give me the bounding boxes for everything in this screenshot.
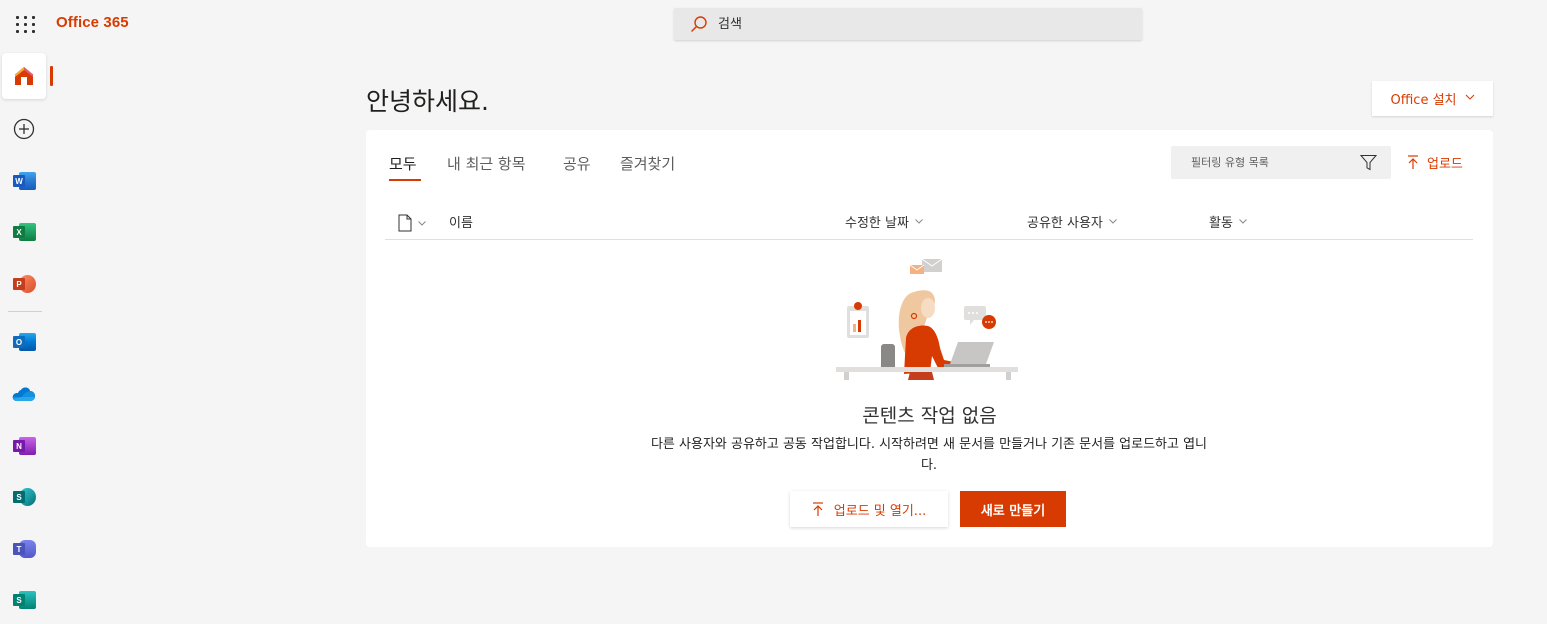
create-new-button[interactable]: 새로 만들기	[960, 491, 1066, 527]
rail-item-create[interactable]	[0, 105, 48, 153]
chevron-down-icon	[1109, 219, 1117, 224]
activity-column-header[interactable]: 활동	[1209, 212, 1247, 231]
rail-item-sharepoint[interactable]: S	[0, 473, 48, 521]
header-divider	[385, 239, 1473, 240]
rail-item-excel[interactable]: X	[0, 208, 48, 256]
install-office-button[interactable]: Office 설치	[1372, 81, 1493, 116]
tab-shared[interactable]: 공유	[563, 153, 591, 181]
rail-item-outlook[interactable]: O	[0, 318, 48, 366]
app-rail: W X P O N S T S	[0, 48, 53, 624]
modified-column-header[interactable]: 수정한 날짜	[845, 212, 923, 231]
active-indicator	[50, 66, 53, 86]
chevron-down-icon	[915, 219, 923, 224]
rail-item-onedrive[interactable]	[0, 370, 48, 418]
activity-column-label: 활동	[1209, 216, 1233, 231]
shared-by-column-label: 공유한 사용자	[1027, 216, 1103, 231]
upload-arrow-icon	[812, 501, 823, 516]
home-tile	[2, 53, 46, 99]
chevron-down-icon	[1239, 219, 1247, 224]
document-icon	[398, 214, 412, 232]
teams-icon: T	[12, 539, 36, 559]
chevron-down-icon	[1465, 94, 1474, 100]
word-icon: W	[12, 171, 36, 191]
shared-by-column-header[interactable]: 공유한 사용자	[1027, 212, 1117, 231]
empty-state-title: 콘텐츠 작업 없음	[862, 405, 997, 427]
name-column-header[interactable]: 이름	[449, 212, 473, 231]
empty-state-description: 다른 사용자와 공유하고 공동 작업합니다. 시작하려면 새 문서를 만들거나 …	[650, 437, 1208, 473]
rail-item-onenote[interactable]: N	[0, 422, 48, 470]
outlook-icon: O	[12, 332, 36, 352]
filter-input[interactable]	[1191, 146, 1351, 179]
filter-box[interactable]	[1171, 146, 1391, 179]
rail-item-word[interactable]: W	[0, 157, 48, 205]
tab-favorites[interactable]: 즐겨찾기	[620, 153, 675, 181]
tab-selected-indicator	[389, 179, 421, 181]
search-input[interactable]	[718, 8, 1118, 40]
sway-icon: S	[12, 590, 36, 610]
modified-column-label: 수정한 날짜	[845, 216, 909, 231]
chevron-down-icon	[418, 220, 426, 226]
brand-title[interactable]: Office 365	[56, 14, 129, 31]
file-type-column-header[interactable]	[398, 214, 426, 232]
home-icon	[15, 67, 33, 85]
content-card: 모두 내 최근 항목 공유 즐겨찾기 업로드 이름 수정한 날짜	[366, 130, 1493, 547]
top-bar: Office 365	[0, 0, 1547, 48]
app-launcher-icon[interactable]	[14, 14, 35, 34]
rail-divider	[8, 311, 42, 312]
rail-item-teams[interactable]: T	[0, 525, 48, 573]
install-office-label: Office 설치	[1390, 93, 1457, 108]
powerpoint-icon: P	[12, 274, 36, 294]
rail-item-sway[interactable]: S	[0, 576, 48, 624]
sharepoint-icon: S	[12, 487, 36, 507]
name-column-label: 이름	[449, 216, 473, 231]
search-icon	[691, 16, 707, 32]
empty-state-illustration	[836, 258, 1018, 380]
rail-item-powerpoint[interactable]: P	[0, 260, 48, 308]
upload-link[interactable]: 업로드	[1407, 152, 1463, 172]
upload-and-open-button[interactable]: 업로드 및 열기...	[790, 491, 948, 527]
excel-icon: X	[12, 222, 36, 242]
rail-item-home[interactable]	[0, 52, 48, 100]
search-box[interactable]	[674, 8, 1142, 40]
filter-icon[interactable]	[1360, 154, 1377, 171]
add-circle-icon	[13, 118, 35, 140]
upload-link-label: 업로드	[1427, 156, 1463, 172]
upload-arrow-icon	[1408, 154, 1418, 169]
onenote-icon: N	[12, 436, 36, 456]
page-title: 안녕하세요.	[366, 87, 489, 116]
onedrive-icon	[12, 387, 36, 401]
tab-recent[interactable]: 내 최근 항목	[447, 153, 526, 181]
tab-all[interactable]: 모두	[389, 153, 417, 181]
upload-and-open-label: 업로드 및 열기...	[833, 503, 927, 519]
